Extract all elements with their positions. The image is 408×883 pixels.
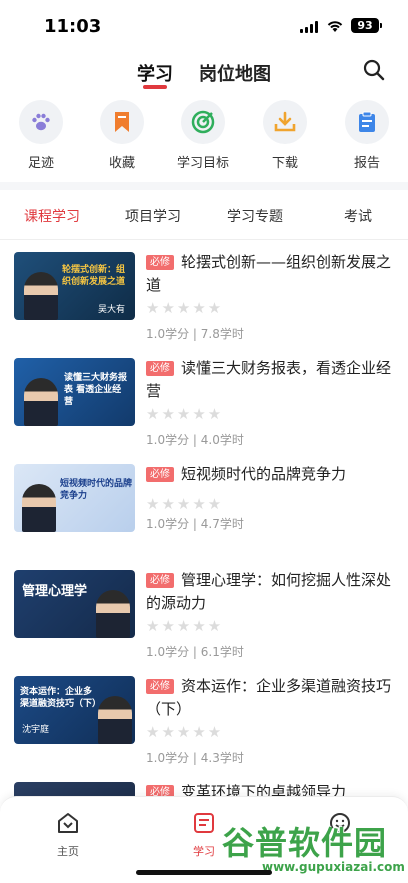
section-divider — [0, 182, 408, 190]
qa-circle — [345, 100, 389, 144]
bookmark-icon — [115, 112, 129, 132]
qa-label: 下载 — [271, 156, 298, 171]
course-meta: 1.0学分 | 4.7学时 — [146, 517, 244, 531]
tab-study[interactable]: 学习 — [137, 60, 173, 86]
course-hours: 4.7学时 — [200, 517, 244, 531]
target-icon — [191, 110, 215, 134]
course-thumbnail: 资本运作：企业多渠道融资技巧（下） 沈宇庭 — [14, 676, 135, 744]
course-credit: 1.0学分 — [146, 327, 190, 341]
course-thumbnail: 读懂三大财务报表 看透企业经营 — [14, 358, 135, 426]
watermark-title: 谷普软件园 — [222, 824, 388, 862]
home-icon — [58, 813, 78, 833]
course-hours: 6.1学时 — [200, 645, 244, 659]
course-title: 短视频时代的品牌竞争力 — [181, 465, 347, 483]
thumb-title: 管理心理学 — [22, 584, 88, 599]
home-indicator — [136, 870, 272, 875]
paw-icon — [32, 113, 50, 131]
course-hours: 4.3学时 — [200, 751, 244, 765]
lecturer-photo — [98, 696, 132, 744]
qa-circle — [19, 100, 63, 144]
course-meta: 1.0学分 | 6.1学时 — [146, 645, 244, 659]
course-meta: 1.0学分 | 7.8学时 — [146, 327, 244, 341]
watermark-url: www.gupuxiazai.com — [262, 860, 405, 874]
wifi-icon — [327, 21, 343, 32]
qa-favorites[interactable]: 收藏 — [87, 100, 157, 171]
course-credit: 1.0学分 — [146, 433, 190, 447]
course-credit: 1.0学分 — [146, 751, 190, 765]
qa-circle — [263, 100, 307, 144]
qa-goals[interactable]: 学习目标 — [168, 100, 238, 171]
course-meta: 1.0学分 | 4.0学时 — [146, 433, 244, 447]
book-icon — [194, 813, 214, 833]
clipboard-icon — [359, 111, 375, 132]
course-thumbnail: 管理心理学 — [14, 570, 135, 638]
search-icon[interactable] — [362, 58, 386, 82]
thumb-lecturer-name: 沈宇庭 — [22, 725, 50, 735]
course-title: 资本运作：企业多渠道融资技巧（下） — [146, 677, 392, 718]
course-thumbnail: 短视频时代的品牌竞争力 — [14, 464, 135, 532]
rating-stars: ★★★★★ — [146, 299, 224, 317]
thumb-title: 读懂三大财务报表 看透企业经营 — [64, 373, 128, 407]
rating-stars: ★★★★★ — [146, 617, 224, 635]
status-bar: 11:03 93 — [0, 0, 408, 52]
tab-course-study[interactable]: 课程学习 — [24, 206, 80, 226]
course-title: 读懂三大财务报表，看透企业经营 — [146, 359, 392, 400]
tab-exams[interactable]: 考试 — [344, 206, 372, 226]
course-credit: 1.0学分 — [146, 517, 190, 531]
course-meta: 1.0学分 | 4.3学时 — [146, 751, 244, 765]
qa-download[interactable]: 下载 — [250, 100, 320, 171]
qa-label: 学习目标 — [176, 156, 229, 171]
battery-icon: 93 — [351, 18, 379, 33]
course-credit: 1.0学分 — [146, 645, 190, 659]
tab-study-topics[interactable]: 学习专题 — [227, 206, 283, 226]
signal-icon — [300, 21, 320, 33]
rating-stars: ★★★★★ — [146, 495, 224, 513]
lecturer-photo — [24, 378, 58, 426]
course-tabs: 课程学习 项目学习 学习专题 考试 — [0, 190, 408, 240]
lecturer-photo — [22, 484, 56, 532]
qa-footprint[interactable]: 足迹 — [6, 100, 76, 171]
course-hours: 7.8学时 — [200, 327, 244, 341]
tab-job-map[interactable]: 岗位地图 — [199, 60, 271, 86]
tab-project-study[interactable]: 项目学习 — [125, 206, 181, 226]
course-title: 管理心理学：如何挖掘人性深处的源动力 — [146, 571, 392, 612]
qa-label: 报告 — [353, 156, 380, 171]
thumb-lecturer-name: 吴大有 — [98, 305, 126, 315]
course-hours: 4.0学时 — [200, 433, 244, 447]
battery-tip — [380, 23, 382, 28]
course-item[interactable]: 管理心理学 必修 管理心理学：如何挖掘人性深处的源动力 ★★★★★ 1.0学分 … — [0, 558, 408, 659]
header: 学习 岗位地图 — [0, 52, 408, 96]
thumb-title: 短视频时代的品牌竞争力 — [60, 479, 133, 501]
rating-stars: ★★★★★ — [146, 723, 224, 741]
course-item[interactable]: 短视频时代的品牌竞争力 必修 短视频时代的品牌竞争力 ★★★★★ 1.0学分 |… — [0, 452, 408, 552]
course-item[interactable]: 资本运作：企业多渠道融资技巧（下） 沈宇庭 必修 资本运作：企业多渠道融资技巧（… — [0, 664, 408, 765]
lecturer-photo — [24, 272, 58, 320]
quick-actions: 足迹 收藏 学习目标 下载 报告 — [0, 100, 408, 176]
status-time: 11:03 — [44, 16, 102, 37]
qa-circle — [100, 100, 144, 144]
download-icon — [274, 111, 296, 132]
nav-home[interactable]: 主页 — [38, 811, 98, 859]
qa-label: 收藏 — [108, 156, 135, 171]
thumb-title: 资本运作：企业多渠道融资技巧（下） — [20, 687, 102, 709]
rating-stars: ★★★★★ — [146, 405, 224, 423]
tab-indicator — [143, 85, 167, 89]
qa-label: 足迹 — [27, 156, 54, 171]
nav-label: 主页 — [57, 845, 79, 858]
qa-report[interactable]: 报告 — [332, 100, 402, 171]
qa-circle — [181, 100, 225, 144]
course-item[interactable]: 读懂三大财务报表 看透企业经营 必修 读懂三大财务报表，看透企业经营 ★★★★★… — [0, 346, 408, 447]
course-item[interactable]: 轮摆式创新：组织创新发展之道 吴大有 必修 轮摆式创新——组织创新发展之道 ★★… — [0, 240, 408, 341]
lecturer-photo — [96, 590, 130, 638]
course-title: 轮摆式创新——组织创新发展之道 — [146, 253, 392, 294]
thumb-title: 轮摆式创新：组织创新发展之道 — [62, 265, 126, 287]
course-thumbnail: 轮摆式创新：组织创新发展之道 吴大有 — [14, 252, 135, 320]
